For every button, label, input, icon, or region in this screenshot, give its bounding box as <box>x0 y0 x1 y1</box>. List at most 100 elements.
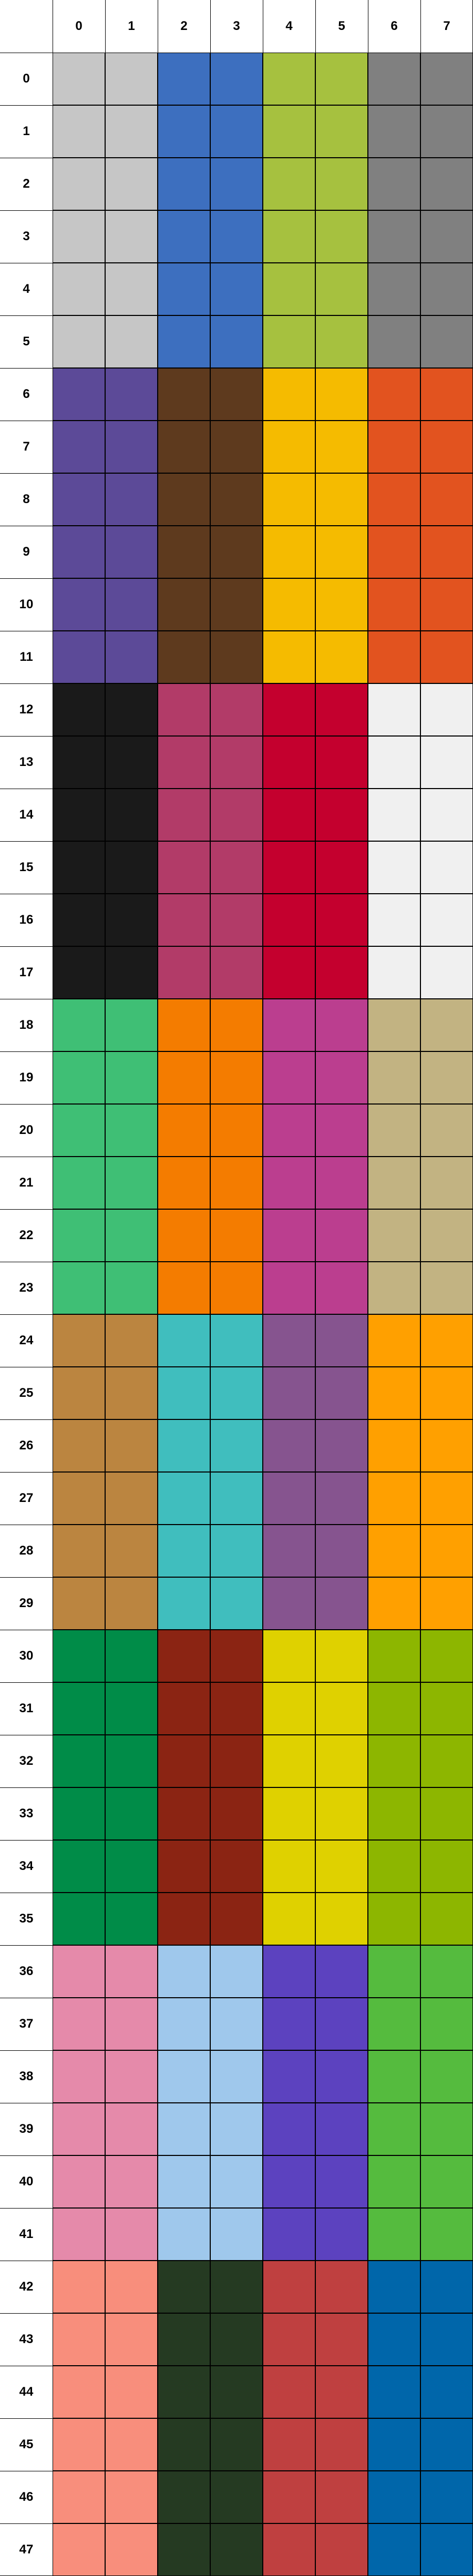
cell-r40-c6 <box>368 2155 420 2208</box>
cell-r6-c5 <box>315 368 368 421</box>
cell-r4-c5 <box>315 263 368 315</box>
cell-r43-c1 <box>105 2313 158 2366</box>
cell-r23-c5 <box>315 1262 368 1314</box>
cell-r31-c6 <box>368 1682 420 1735</box>
cell-r26-c5 <box>315 1419 368 1472</box>
cell-r8-c1 <box>105 473 158 526</box>
cell-r20-c6 <box>368 1104 420 1157</box>
row-header-36: 36 <box>19 1964 34 1978</box>
cell-r8-c0 <box>53 473 105 526</box>
cell-r26-c0 <box>53 1419 105 1472</box>
cell-r30-c7 <box>420 1630 473 1682</box>
gridline-horizontal <box>0 1577 473 1578</box>
cell-r9-c3 <box>210 526 263 578</box>
cell-r2-c4 <box>263 158 315 210</box>
cell-r13-c5 <box>315 736 368 789</box>
column-header-4: 4 <box>285 19 293 33</box>
cell-r4-c7 <box>420 263 473 315</box>
cell-r1-c3 <box>210 105 263 158</box>
cell-r40-c5 <box>315 2155 368 2208</box>
cell-r28-c4 <box>263 1525 315 1577</box>
cell-r10-c2 <box>158 578 210 631</box>
cell-r20-c2 <box>158 1104 210 1157</box>
cell-r45-c2 <box>158 2418 210 2471</box>
column-header-6: 6 <box>390 19 398 33</box>
gridline-horizontal <box>0 2523 473 2524</box>
gridline-horizontal <box>0 841 473 842</box>
gridline-horizontal <box>0 368 473 369</box>
cell-r30-c1 <box>105 1630 158 1682</box>
cell-r20-c4 <box>263 1104 315 1157</box>
cell-r46-c4 <box>263 2471 315 2523</box>
cell-r20-c5 <box>315 1104 368 1157</box>
cell-r11-c1 <box>105 631 158 683</box>
row-header-5: 5 <box>23 334 30 349</box>
cell-r36-c6 <box>368 1945 420 1998</box>
row-header-39: 39 <box>19 2122 34 2136</box>
cell-r44-c3 <box>210 2366 263 2418</box>
cell-r28-c2 <box>158 1525 210 1577</box>
cell-r11-c3 <box>210 631 263 683</box>
cell-r17-c2 <box>158 946 210 999</box>
cell-r29-c5 <box>315 1577 368 1630</box>
cell-r38-c0 <box>53 2050 105 2103</box>
cell-r1-c4 <box>263 105 315 158</box>
row-header-9: 9 <box>23 545 30 559</box>
cell-r10-c4 <box>263 578 315 631</box>
cell-r41-c3 <box>210 2208 263 2261</box>
row-header-22: 22 <box>19 1228 34 1242</box>
cell-r11-c4 <box>263 631 315 683</box>
cell-r6-c6 <box>368 368 420 421</box>
cell-r7-c7 <box>420 421 473 473</box>
row-header-31: 31 <box>19 1701 34 1715</box>
cell-r1-c5 <box>315 105 368 158</box>
cell-r14-c1 <box>105 789 158 841</box>
gridline-horizontal <box>0 2155 473 2156</box>
cell-r25-c6 <box>368 1367 420 1419</box>
cell-r13-c4 <box>263 736 315 789</box>
cell-r25-c0 <box>53 1367 105 1419</box>
cell-r39-c4 <box>263 2103 315 2155</box>
cell-r0-c0 <box>53 53 105 105</box>
cell-r15-c2 <box>158 841 210 894</box>
cell-r47-c5 <box>315 2523 368 2576</box>
cell-r7-c6 <box>368 421 420 473</box>
gridline-horizontal <box>0 2418 473 2419</box>
cell-r6-c1 <box>105 368 158 421</box>
cell-r32-c2 <box>158 1735 210 1787</box>
cell-r47-c0 <box>53 2523 105 2576</box>
cell-r33-c3 <box>210 1787 263 1840</box>
cell-r39-c1 <box>105 2103 158 2155</box>
cell-r25-c3 <box>210 1367 263 1419</box>
cell-r28-c0 <box>53 1525 105 1577</box>
cell-r47-c4 <box>263 2523 315 2576</box>
cell-r34-c6 <box>368 1840 420 1893</box>
cell-r43-c4 <box>263 2313 315 2366</box>
cell-r13-c1 <box>105 736 158 789</box>
gridline-horizontal <box>0 105 473 106</box>
cell-r37-c0 <box>53 1998 105 2050</box>
cell-r22-c1 <box>105 1209 158 1262</box>
cell-r19-c1 <box>105 1051 158 1104</box>
cell-r18-c6 <box>368 999 420 1051</box>
cell-r11-c0 <box>53 631 105 683</box>
cell-r4-c2 <box>158 263 210 315</box>
cell-r41-c5 <box>315 2208 368 2261</box>
cell-r5-c7 <box>420 315 473 368</box>
cell-r34-c3 <box>210 1840 263 1893</box>
cell-r24-c3 <box>210 1314 263 1367</box>
cell-r19-c4 <box>263 1051 315 1104</box>
cell-r3-c6 <box>368 210 420 263</box>
row-header-4: 4 <box>23 282 30 296</box>
cell-r3-c4 <box>263 210 315 263</box>
cell-r17-c1 <box>105 946 158 999</box>
row-header-45: 45 <box>19 2437 34 2451</box>
cell-r46-c1 <box>105 2471 158 2523</box>
cell-r16-c0 <box>53 894 105 946</box>
cell-r30-c0 <box>53 1630 105 1682</box>
cell-r3-c0 <box>53 210 105 263</box>
row-header-21: 21 <box>19 1175 34 1190</box>
cell-r34-c5 <box>315 1840 368 1893</box>
cell-r32-c1 <box>105 1735 158 1787</box>
row-header-47: 47 <box>19 2542 34 2557</box>
